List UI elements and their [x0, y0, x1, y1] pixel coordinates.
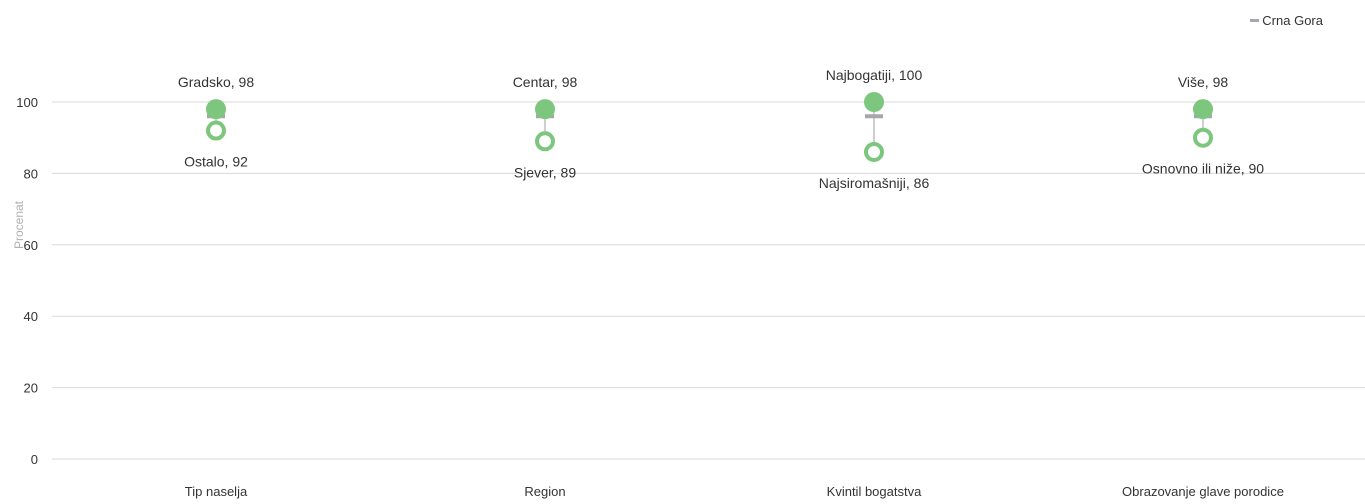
- y-axis-title: Procenat: [12, 200, 26, 249]
- low-marker-kvintil-bogatstva: [864, 141, 884, 162]
- high-marker-tip-naselja: [206, 99, 226, 120]
- x-tick-label-region: Region: [524, 484, 565, 499]
- high-marker-region: [535, 99, 555, 120]
- legend: Crna Gora: [1250, 13, 1323, 28]
- high-data-label-tip-naselja: Gradsko, 98: [178, 74, 254, 90]
- dot-plot-chart: 020406080100ProcenatTip naseljaGradsko, …: [12, 67, 1365, 499]
- low-data-label-tip-naselja: Ostalo, 92: [184, 154, 248, 170]
- y-tick-label-20: 20: [24, 381, 38, 396]
- low-marker-region: [535, 131, 555, 152]
- chart-root: Crna Gora 0 20 40 60 80 100 Procenat Tip naselj…: [0, 0, 1365, 499]
- legend-label: Crna Gora: [1262, 13, 1323, 28]
- y-tick-label-0: 0: [31, 452, 38, 467]
- legend-swatch-crna-gora: [1250, 19, 1260, 22]
- y-tick-label-40: 40: [24, 309, 38, 324]
- high-marker-kvintil-bogatstva: [864, 92, 884, 112]
- high-data-label-region: Centar, 98: [513, 74, 578, 90]
- y-tick-label-100: 100: [16, 95, 38, 110]
- low-marker-tip-naselja: [206, 120, 226, 141]
- x-tick-label-tip-naselja: Tip naselja: [185, 484, 248, 499]
- high-marker-obrazovanje-glave-porodice: [1193, 99, 1213, 120]
- x-tick-label-obrazovanje-glave-porodice: Obrazovanje glave porodice: [1122, 484, 1284, 499]
- high-data-label-obrazovanje-glave-porodice: Više, 98: [1178, 74, 1229, 90]
- high-data-label-kvintil-bogatstva: Najbogatiji, 100: [826, 67, 923, 83]
- low-data-label-kvintil-bogatstva: Najsiromašniji, 86: [819, 175, 930, 191]
- low-marker-obrazovanje-glave-porodice: [1193, 127, 1213, 148]
- x-tick-label-kvintil-bogatstva: Kvintil bogatstva: [827, 484, 922, 499]
- low-data-label-obrazovanje-glave-porodice: Osnovno ili niže, 90: [1142, 161, 1264, 177]
- y-tick-label-80: 80: [24, 166, 38, 181]
- low-data-label-region: Sjever, 89: [514, 164, 576, 180]
